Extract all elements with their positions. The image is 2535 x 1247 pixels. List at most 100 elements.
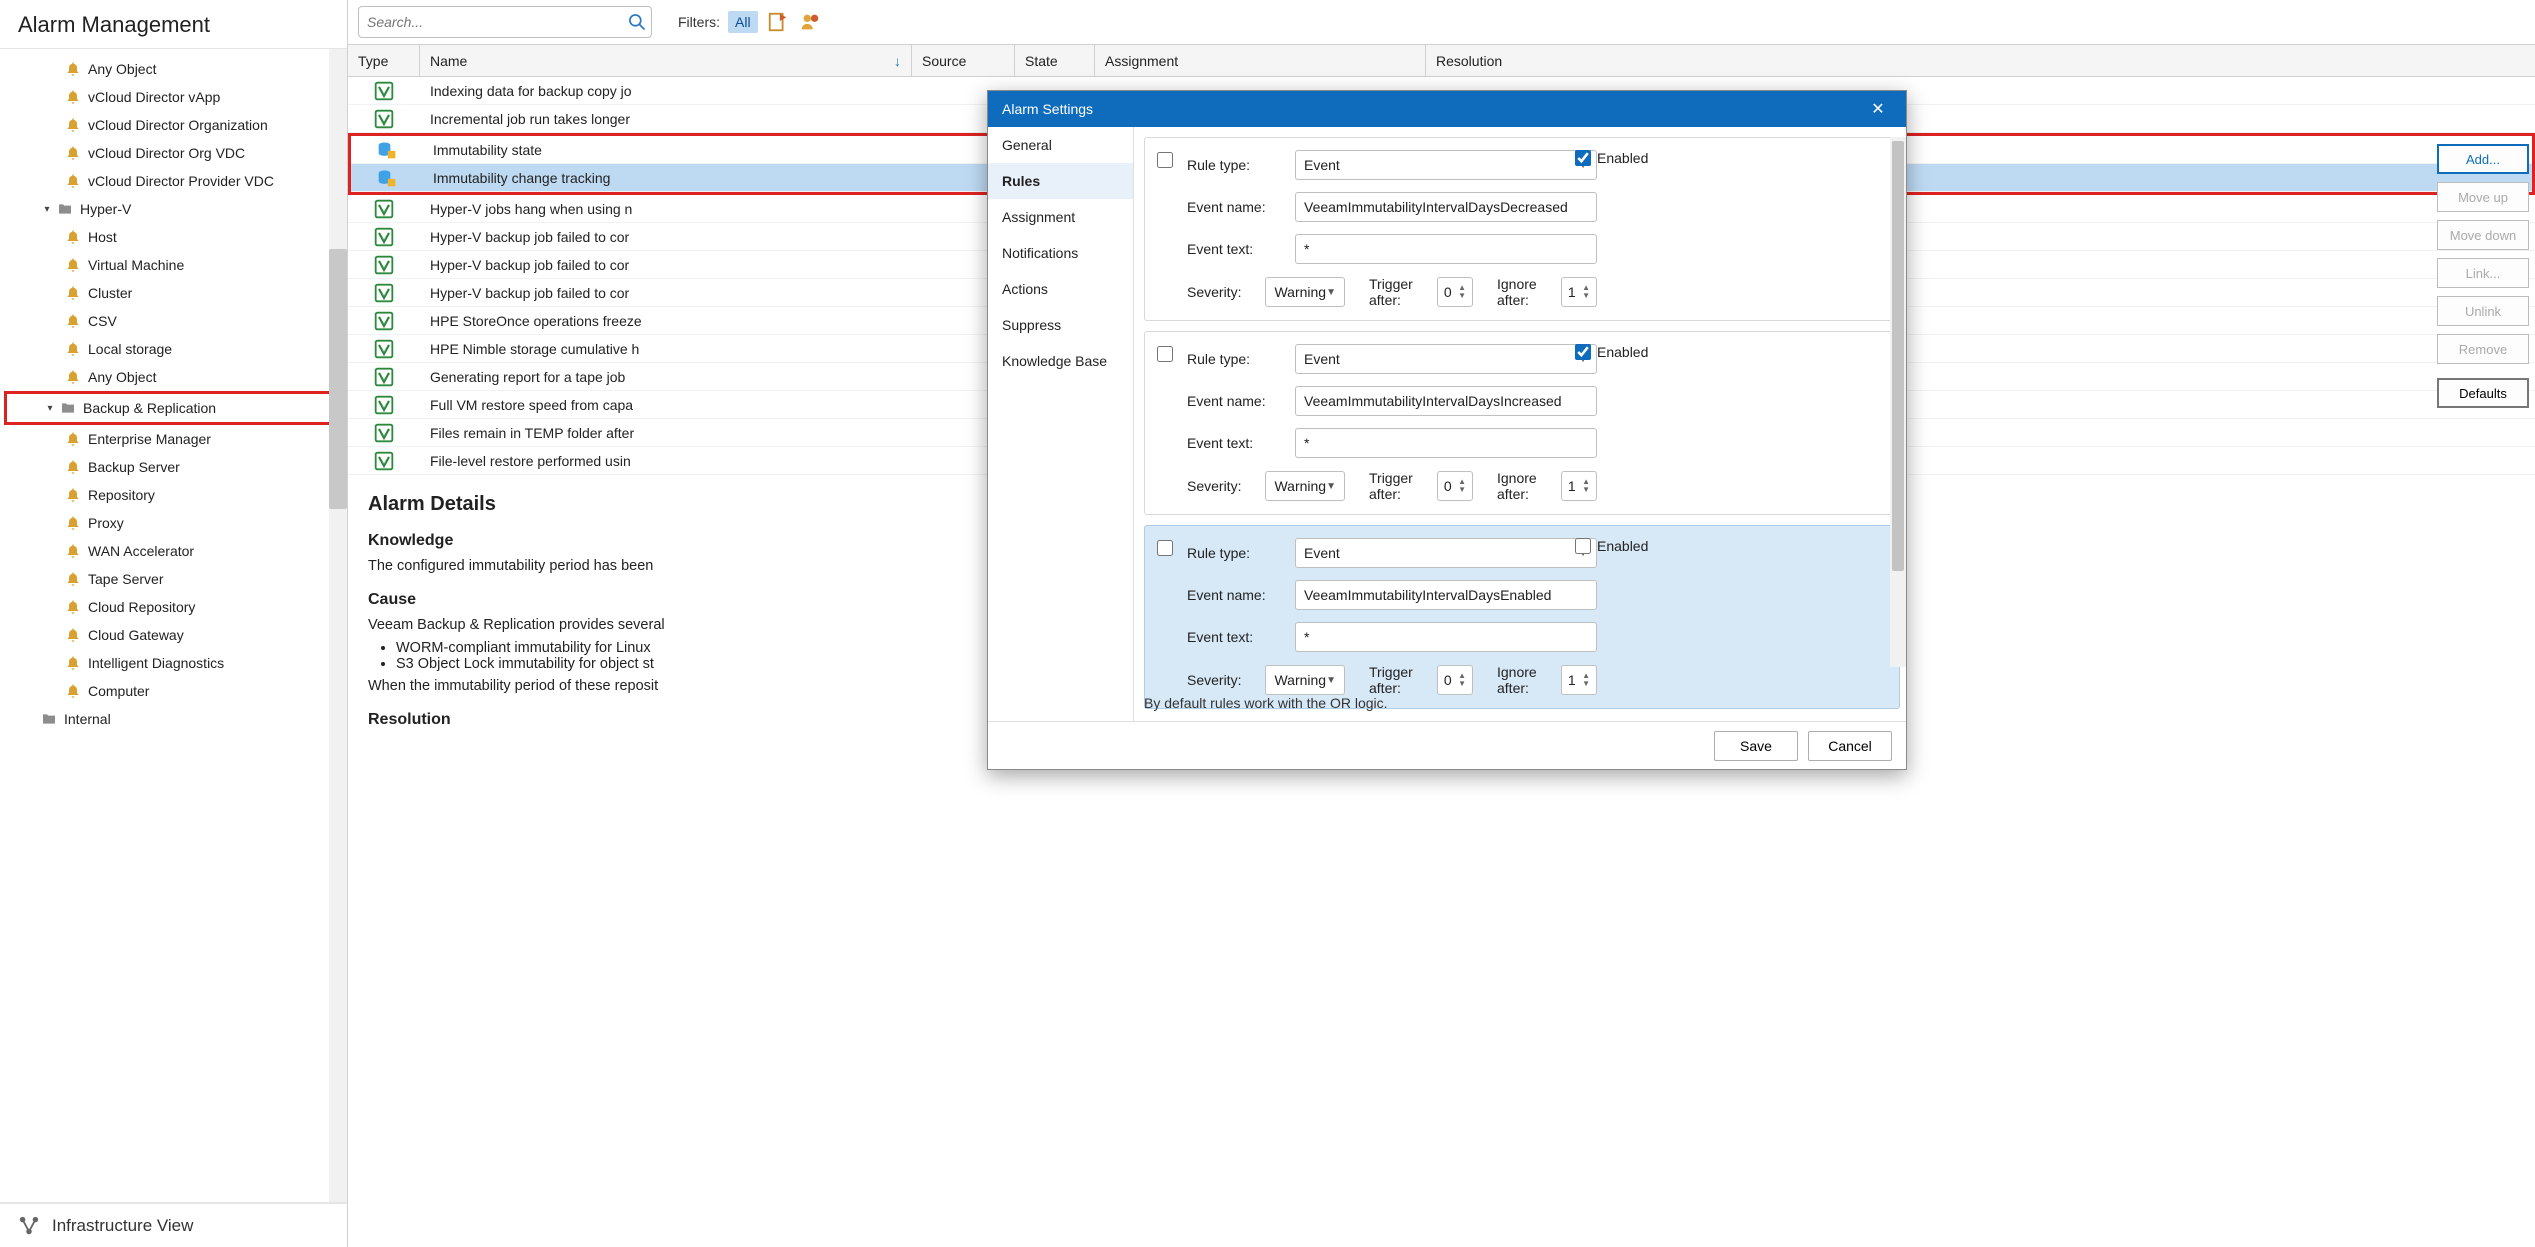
tree-item[interactable]: Enterprise Manager <box>0 425 347 453</box>
tree-item[interactable]: Tape Server <box>0 565 347 593</box>
tree-item[interactable]: CSV <box>0 307 347 335</box>
rule-type-combo[interactable]: Event▼ <box>1295 538 1597 568</box>
tree-item[interactable]: vCloud Director Provider VDC <box>0 167 347 195</box>
tree-item[interactable]: ▾Hyper-V <box>0 195 347 223</box>
tree-item[interactable]: Any Object <box>0 55 347 83</box>
tree-item-label: vCloud Director vApp <box>88 89 220 105</box>
dialog-nav-item[interactable]: Assignment <box>988 199 1133 235</box>
trigger-after-spinner[interactable]: 0▲▼ <box>1437 471 1473 501</box>
tree-item-label: Any Object <box>88 369 156 385</box>
nav-tree[interactable]: Any Object vCloud Director vApp vCloud Dir… <box>0 48 347 1203</box>
tree-item[interactable]: Any Object <box>0 363 347 391</box>
save-button[interactable]: Save <box>1714 731 1798 761</box>
col-source[interactable]: Source <box>912 45 1015 76</box>
filter-user-icon[interactable] <box>798 11 822 33</box>
rule-block[interactable]: Rule type: Event▼ Event name: VeeamImmut… <box>1144 525 1900 709</box>
event-name-input[interactable]: VeeamImmutabilityIntervalDaysEnabled <box>1295 580 1597 610</box>
tree-item[interactable]: Intelligent Diagnostics <box>0 649 347 677</box>
tree-item[interactable]: WAN Accelerator <box>0 537 347 565</box>
enabled-checkbox[interactable] <box>1575 150 1591 166</box>
rule-block[interactable]: Rule type: Event▼ Event name: VeeamImmut… <box>1144 137 1900 321</box>
event-name-input[interactable]: VeeamImmutabilityIntervalDaysDecreased <box>1295 192 1597 222</box>
tree-item[interactable]: Computer <box>0 677 347 705</box>
rule-select-checkbox[interactable] <box>1157 152 1173 168</box>
col-resolution[interactable]: Resolution <box>1426 45 2535 76</box>
severity-combo[interactable]: Warning▼ <box>1265 471 1345 501</box>
move-down-button[interactable]: Move down <box>2437 220 2529 250</box>
enabled-checkbox[interactable] <box>1575 538 1591 554</box>
rule-type-combo[interactable]: Event▼ <box>1295 344 1597 374</box>
rule-block[interactable]: Rule type: Event▼ Event name: VeeamImmut… <box>1144 331 1900 515</box>
rules-scrollbar[interactable] <box>1890 137 1906 667</box>
event-name-input[interactable]: VeeamImmutabilityIntervalDaysIncreased <box>1295 386 1597 416</box>
search-input[interactable] <box>358 6 652 38</box>
tree-item[interactable]: vCloud Director vApp <box>0 83 347 111</box>
link-button[interactable]: Link... <box>2437 258 2529 288</box>
nav-scroll-thumb[interactable] <box>329 249 347 509</box>
enabled-checkbox[interactable] <box>1575 344 1591 360</box>
chevron-down-icon: ▼ <box>1326 287 1336 298</box>
tree-item[interactable]: vCloud Director Organization <box>0 111 347 139</box>
add-button[interactable]: Add... <box>2437 144 2529 174</box>
dialog-nav-item[interactable]: Notifications <box>988 235 1133 271</box>
dialog-nav-item[interactable]: Actions <box>988 271 1133 307</box>
infrastructure-view[interactable]: Infrastructure View <box>0 1203 347 1247</box>
dialog-nav-item[interactable]: Suppress <box>988 307 1133 343</box>
bell-icon <box>64 459 82 475</box>
event-text-input[interactable]: * <box>1295 428 1597 458</box>
filter-predefined-icon[interactable] <box>766 11 790 33</box>
dialog-nav-item[interactable]: Knowledge Base <box>988 343 1133 379</box>
severity-combo[interactable]: Warning▼ <box>1265 277 1345 307</box>
tree-item[interactable]: vCloud Director Org VDC <box>0 139 347 167</box>
tree-item[interactable]: Backup Server <box>0 453 347 481</box>
tree-item-label: Virtual Machine <box>88 257 184 273</box>
event-text-label: Event text: <box>1187 629 1287 645</box>
move-up-button[interactable]: Move up <box>2437 182 2529 212</box>
rule-select-checkbox[interactable] <box>1157 540 1173 556</box>
veeam-icon <box>348 109 420 129</box>
trigger-after-spinner[interactable]: 0▲▼ <box>1437 277 1473 307</box>
ignore-after-spinner[interactable]: 1▲▼ <box>1561 471 1597 501</box>
veeam-icon <box>348 199 420 219</box>
trigger-after-spinner[interactable]: 0▲▼ <box>1437 665 1473 695</box>
rule-select-checkbox[interactable] <box>1157 346 1173 362</box>
remove-button[interactable]: Remove <box>2437 334 2529 364</box>
ignore-after-spinner[interactable]: 1▲▼ <box>1561 665 1597 695</box>
tree-item[interactable]: ▾Backup & Replication <box>43 394 340 422</box>
search-field[interactable] <box>359 14 623 30</box>
severity-combo[interactable]: Warning▼ <box>1265 665 1345 695</box>
tree-item[interactable]: Cluster <box>0 279 347 307</box>
tree-item[interactable]: Cloud Repository <box>0 593 347 621</box>
col-assignment[interactable]: Assignment <box>1095 45 1426 76</box>
tree-item[interactable]: Internal <box>0 705 347 733</box>
cancel-button[interactable]: Cancel <box>1808 731 1892 761</box>
nav-scrollbar[interactable] <box>329 49 347 1202</box>
dialog-titlebar[interactable]: Alarm Settings ✕ <box>988 91 1906 127</box>
event-text-input[interactable]: * <box>1295 622 1597 652</box>
rule-type-label: Rule type: <box>1187 157 1287 173</box>
tree-item[interactable]: Cloud Gateway <box>0 621 347 649</box>
filter-all[interactable]: All <box>728 11 758 33</box>
dialog-nav-item[interactable]: Rules <box>988 163 1133 199</box>
close-icon[interactable]: ✕ <box>1864 95 1892 123</box>
ignore-after-label: Ignore after: <box>1497 470 1537 502</box>
col-name[interactable]: Name↓ <box>420 45 912 76</box>
rule-type-combo[interactable]: Event▼ <box>1295 150 1597 180</box>
defaults-button[interactable]: Defaults <box>2437 378 2529 408</box>
tree-item[interactable]: Host <box>0 223 347 251</box>
chevron-down-icon[interactable]: ▾ <box>43 401 57 415</box>
ignore-after-spinner[interactable]: 1▲▼ <box>1561 277 1597 307</box>
rules-scroll-thumb[interactable] <box>1892 141 1904 571</box>
dialog-nav-item[interactable]: General <box>988 127 1133 163</box>
search-icon[interactable] <box>623 12 651 32</box>
col-type[interactable]: Type <box>348 45 420 76</box>
tree-item[interactable]: Repository <box>0 481 347 509</box>
tree-item[interactable]: Local storage <box>0 335 347 363</box>
unlink-button[interactable]: Unlink <box>2437 296 2529 326</box>
tree-item-label: Any Object <box>88 61 156 77</box>
chevron-down-icon[interactable]: ▾ <box>40 202 54 216</box>
tree-item[interactable]: Virtual Machine <box>0 251 347 279</box>
col-state[interactable]: State <box>1015 45 1095 76</box>
event-text-input[interactable]: * <box>1295 234 1597 264</box>
tree-item[interactable]: Proxy <box>0 509 347 537</box>
